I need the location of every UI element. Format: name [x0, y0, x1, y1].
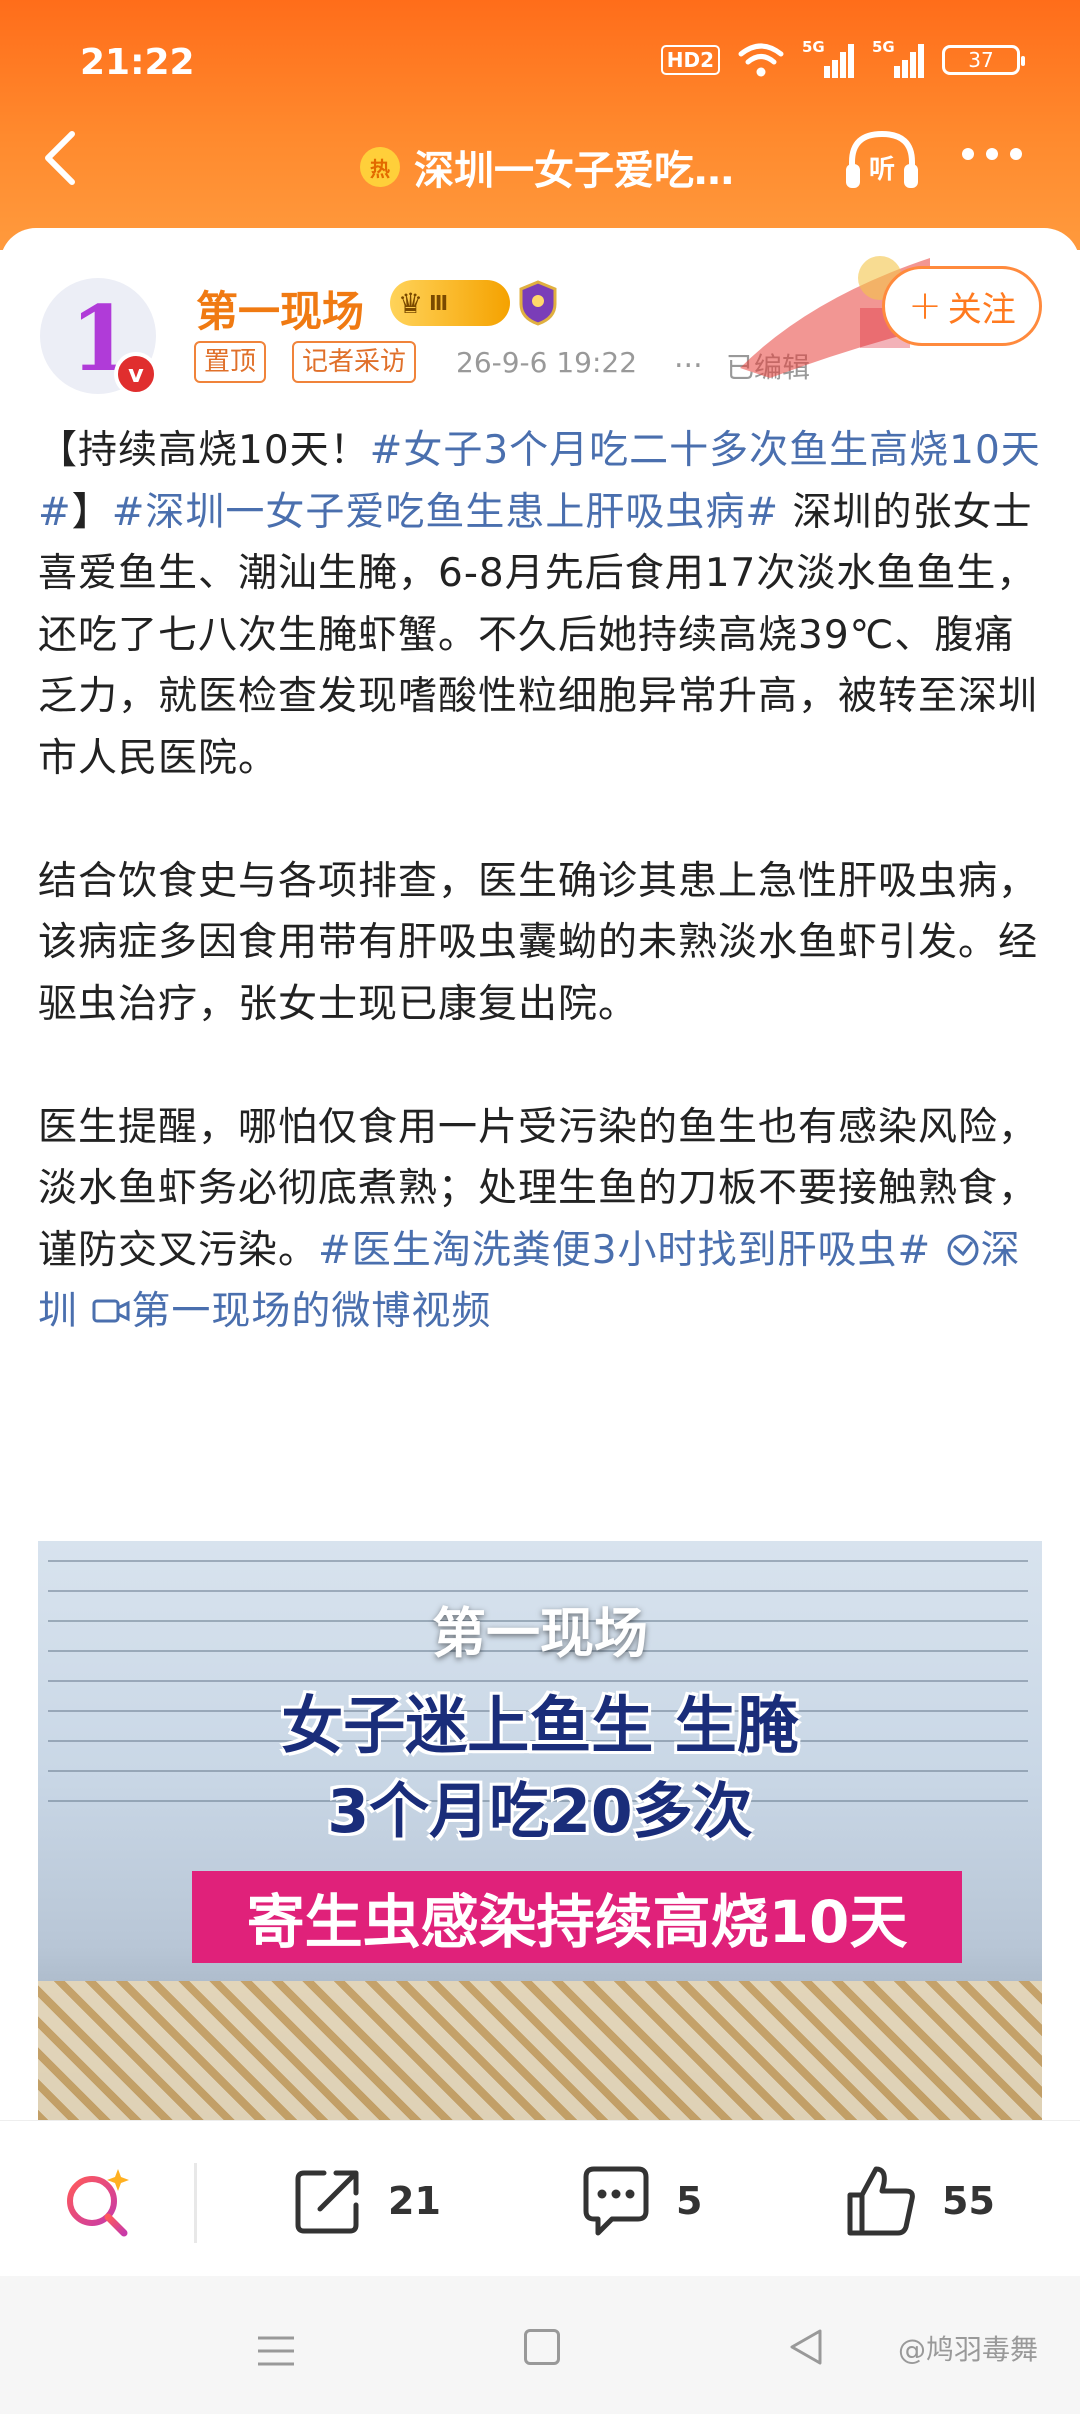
watermark: @鸠羽毒舞 — [898, 2333, 1039, 2366]
back-arrow-icon[interactable] — [38, 128, 82, 188]
signal-icon-1: 5G — [802, 38, 854, 78]
hd-voice-icon: HD2 — [660, 45, 720, 75]
page-title: 深圳一女子爱吃… — [414, 148, 734, 194]
video-icon — [92, 1299, 130, 1323]
verified-icon: v — [114, 352, 158, 396]
listen-button[interactable]: 听 — [842, 128, 922, 194]
menu-icon[interactable] — [256, 2333, 296, 2369]
plus-icon: + — [908, 283, 942, 329]
status-icons: HD2 5G 5G 37 — [660, 38, 1025, 80]
video-food-image — [38, 1981, 1042, 2120]
back-triangle-icon[interactable] — [786, 2327, 826, 2367]
share-icon — [295, 2170, 359, 2234]
video-thumbnail[interactable]: 第一现场 女子迷上鱼生 生腌 3个月吃20多次 寄生虫感染持续高烧10天 — [38, 1541, 1042, 2120]
paragraph-3: 医生提醒，哪怕仅食用一片受污染的鱼生也有感染风险，淡水鱼虾务必彻底煮熟；处理生鱼… — [38, 1104, 1039, 1335]
app-header: 21:22 HD2 5G 5G 37 热 深圳一女子爱吃… 听 — [0, 0, 1080, 250]
video-link[interactable]: 第一现场的微博视频 — [91, 1289, 491, 1334]
ai-search-icon[interactable] — [58, 2163, 138, 2243]
hot-icon: 热 — [360, 147, 400, 187]
shield-icon[interactable] — [518, 280, 558, 326]
post-time: 26-9-6 19:22 — [456, 346, 638, 379]
repost-button[interactable]: 21 — [290, 2161, 441, 2241]
topic-link[interactable]: #医生淘洗粪便3小时找到肝吸虫# — [318, 1228, 931, 1273]
crown-icon: ♛ — [398, 286, 424, 320]
status-time: 21:22 — [80, 42, 195, 83]
comment-button[interactable]: 5 — [578, 2161, 702, 2241]
comment-icon — [583, 2166, 649, 2236]
post-text: 【持续高烧10天！#女子3个月吃二十多次鱼生高烧10天#】#深圳一女子爱吃鱼生患… — [38, 420, 1048, 1343]
like-count: 55 — [942, 2179, 995, 2223]
paragraph-2: 结合饮食史与各项排查，医生确诊其患上急性肝吸虫病，该病症多因食用带有肝吸虫囊蚴的… — [38, 858, 1039, 1027]
member-level-badge[interactable]: ♛ Ⅲ — [390, 280, 510, 326]
more-icon[interactable] — [962, 148, 1032, 168]
nav-title: 热 深圳一女子爱吃… — [360, 138, 734, 196]
divider — [194, 2163, 197, 2243]
action-bar: 21 5 55 — [0, 2120, 1080, 2277]
svg-text:听: 听 — [869, 155, 895, 185]
post-card: 1 v 第一现场 ♛ Ⅲ 置顶 记者采访 26-9-6 19:22 ... 已编… — [0, 228, 1080, 2120]
location-icon — [947, 1234, 979, 1265]
comment-count: 5 — [676, 2179, 703, 2223]
topic-link[interactable]: #深圳一女子爱吃鱼生患上肝吸虫病# — [112, 490, 779, 535]
pinned-tag: 置顶 — [194, 341, 267, 383]
like-button[interactable]: 55 — [844, 2161, 995, 2241]
video-brand: 第一现场 — [432, 1602, 648, 1665]
paragraph-1: 【持续高烧10天！#女子3个月吃二十多次鱼生高烧10天#】#深圳一女子爱吃鱼生患… — [38, 428, 1041, 781]
battery-icon: 37 — [942, 45, 1025, 75]
signal-icon-2: 5G — [872, 38, 924, 78]
repost-count: 21 — [388, 2179, 441, 2223]
home-icon[interactable] — [524, 2329, 560, 2365]
author-name[interactable]: 第一现场 — [196, 278, 364, 339]
video-headline-1: 女子迷上鱼生 生腌 — [281, 1689, 799, 1762]
wifi-icon — [738, 43, 784, 77]
video-banner: 寄生虫感染持续高烧10天 — [192, 1871, 962, 1963]
reporter-tag: 记者采访 — [292, 341, 417, 383]
headphones-icon: 听 — [846, 130, 918, 188]
video-headline-2: 3个月吃20多次 — [327, 1777, 753, 1847]
thumbs-up-icon — [847, 2166, 915, 2236]
follow-button[interactable]: + 关注 — [882, 266, 1042, 346]
meta-dots: ... — [674, 340, 703, 375]
